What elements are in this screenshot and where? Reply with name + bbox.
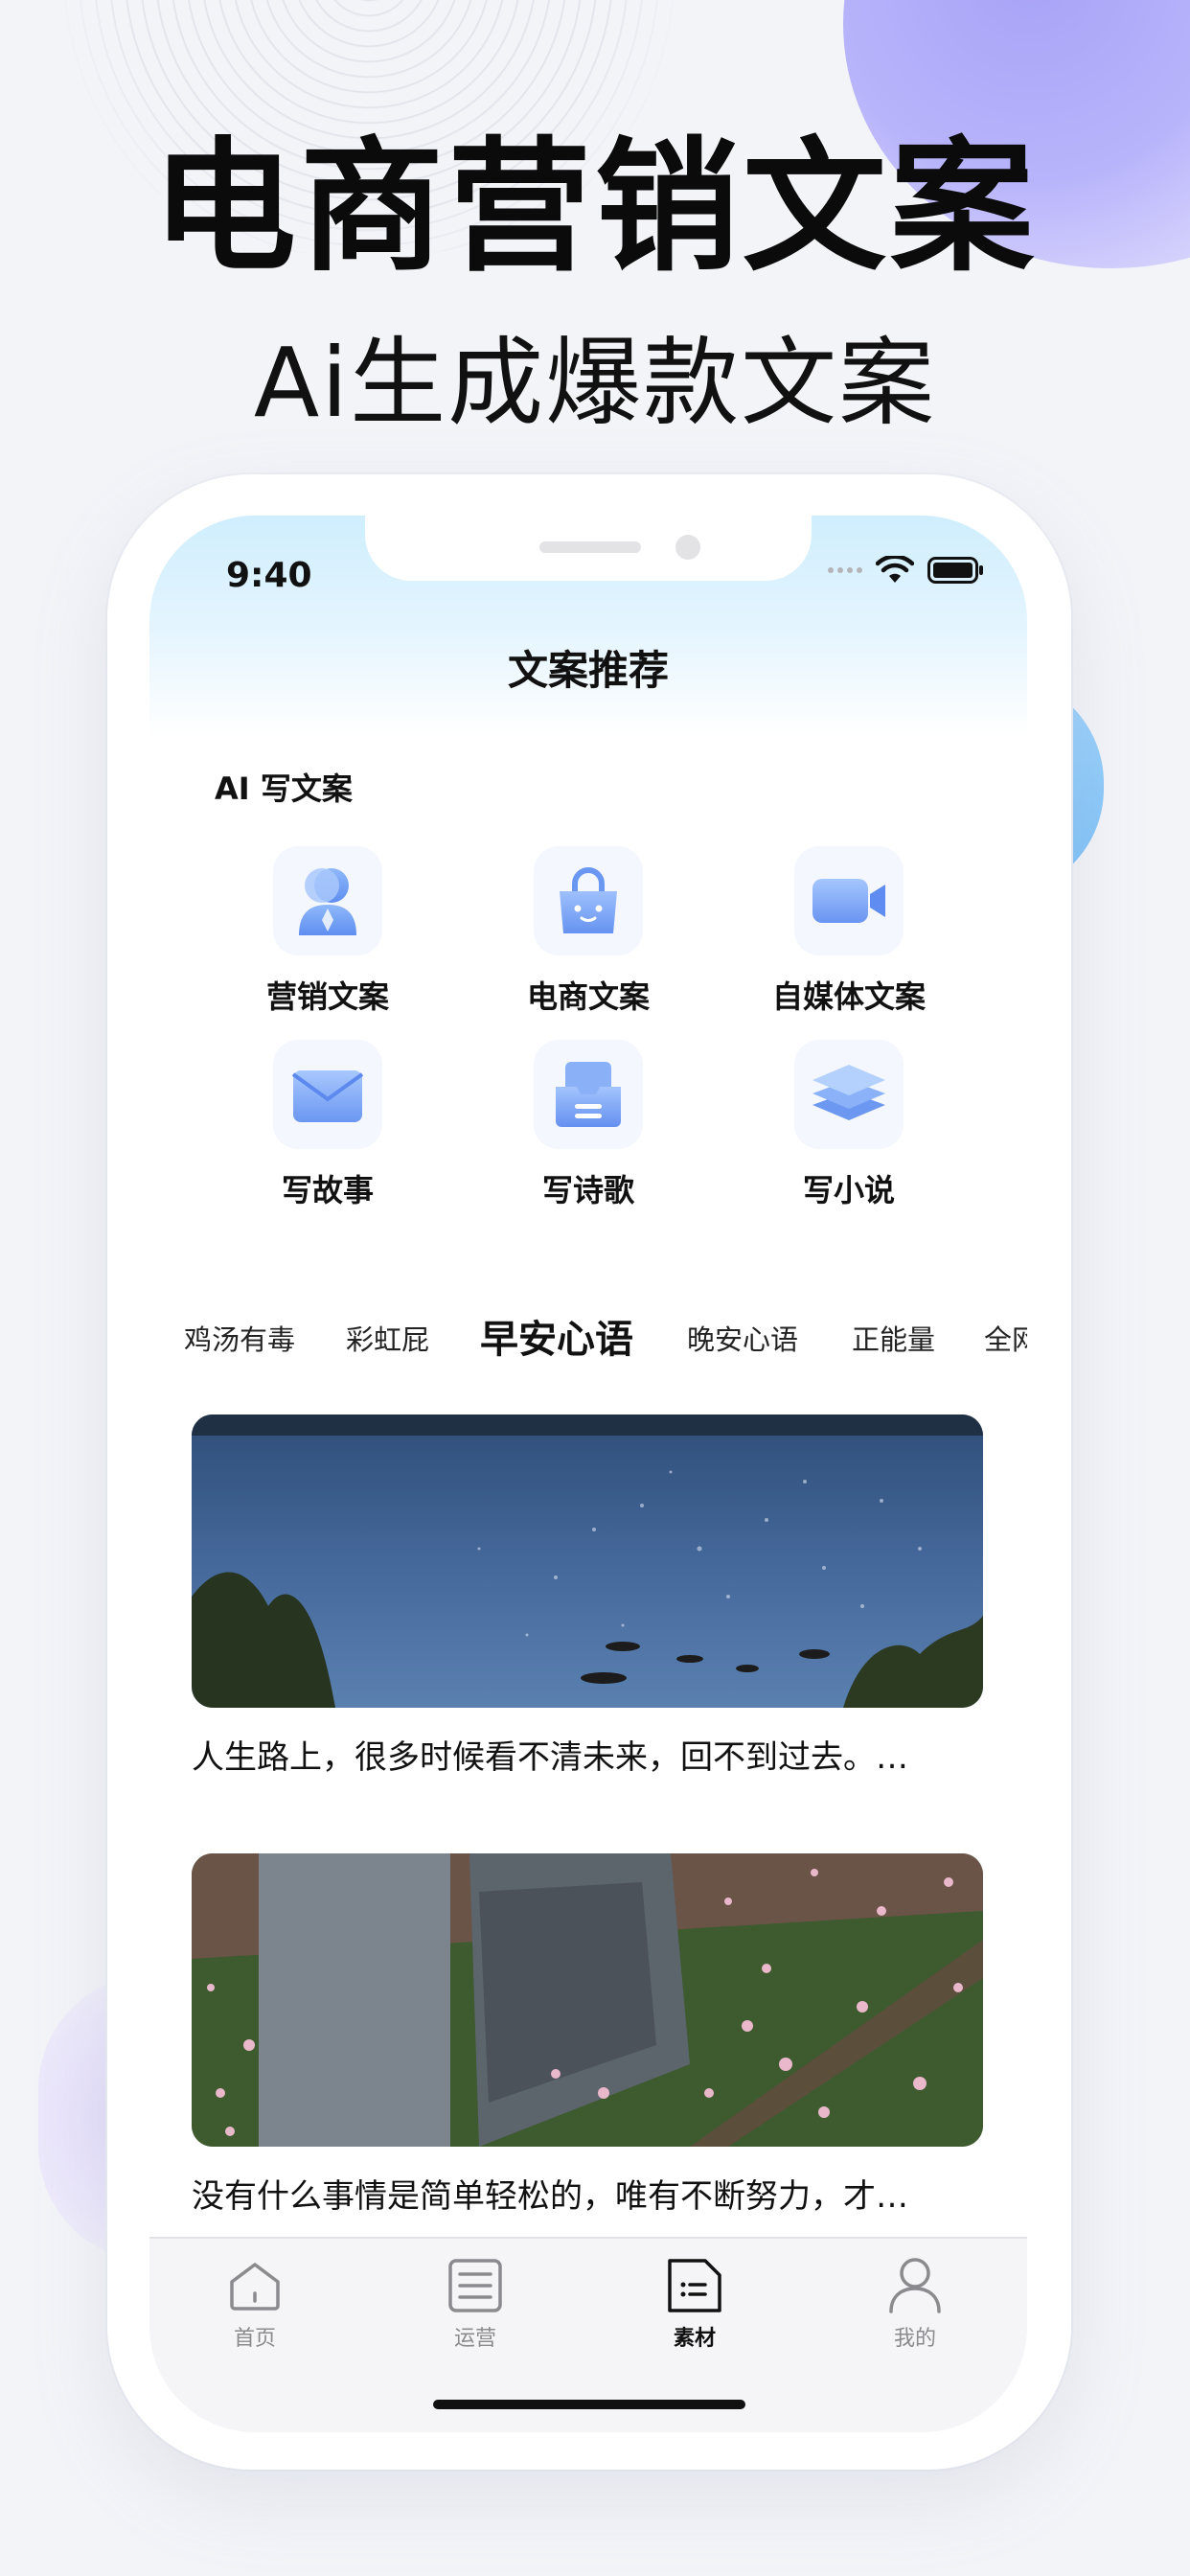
tab-label: 素材 — [673, 2327, 716, 2351]
card-text: 人生路上，很多时候看不清未来，回不到过去。… — [192, 1738, 908, 1777]
lake-photo — [192, 1414, 983, 1708]
home-indicator[interactable] — [433, 2400, 745, 2409]
tool-ecommerce-copy[interactable]: 电商文案 — [473, 846, 703, 1017]
promo-subheadline: Ai生成爆款文案 — [253, 327, 937, 439]
tool-write-story[interactable]: 写故事 — [213, 1040, 443, 1210]
tool-icon-tile — [534, 1040, 643, 1149]
status-time: 9:40 — [226, 556, 312, 595]
tab-home[interactable]: 首页 — [197, 2256, 312, 2352]
material-file-icon — [668, 2259, 721, 2312]
category-tab-chicken-soup[interactable]: 鸡汤有毒 — [184, 1311, 295, 1368]
tool-self-media-copy[interactable]: 自媒体文案 — [734, 846, 964, 1017]
profile-icon — [889, 2258, 941, 2313]
phone-notch — [365, 516, 812, 581]
ai-section-title: AI 写文案 — [215, 770, 353, 807]
trash-bin-petals-photo — [192, 1853, 983, 2147]
category-tab-all-web[interactable]: 全网 — [984, 1311, 1027, 1368]
tab-label: 首页 — [233, 2327, 276, 2351]
battery-icon — [927, 557, 983, 584]
tab-materials[interactable]: 素材 — [637, 2256, 752, 2352]
feed-card[interactable]: 人生路上，很多时候看不清未来，回不到过去。… — [192, 1414, 983, 1778]
tab-profile[interactable]: 我的 — [858, 2256, 973, 2352]
signal-dots-icon — [828, 567, 862, 573]
tab-label: 我的 — [893, 2327, 936, 2351]
wifi-icon — [876, 556, 914, 583]
tool-label: 营销文案 — [265, 978, 389, 1015]
front-camera — [675, 535, 700, 560]
tool-icon-tile — [273, 1040, 382, 1149]
promo-stage: 电商营销文案 Ai生成爆款文案 9:40 文案推荐 AI 写文案 营销文案 电商… — [0, 0, 1190, 2576]
person-icon — [299, 868, 356, 935]
category-tab-compliments[interactable]: 彩虹屁 — [346, 1311, 429, 1368]
tool-label: 写故事 — [281, 1172, 374, 1208]
tool-icon-tile — [794, 846, 904, 955]
tab-operations[interactable]: 运营 — [418, 2256, 533, 2352]
envelope-icon — [291, 1070, 364, 1122]
category-tabs: 鸡汤有毒 彩虹屁 早安心语 晚安心语 正能量 全网 — [149, 1311, 1027, 1368]
feed-card[interactable]: 没有什么事情是简单轻松的，唯有不断努力，才… — [192, 1853, 983, 2217]
tool-label: 写小说 — [802, 1172, 895, 1208]
inbox-icon — [556, 1062, 621, 1127]
video-camera-icon — [812, 879, 885, 923]
promo-headline: 电商营销文案 — [151, 125, 1038, 291]
tool-icon-tile — [273, 846, 382, 955]
tab-label: 运营 — [453, 2327, 496, 2351]
status-icons — [828, 556, 985, 585]
tool-label: 写诗歌 — [541, 1172, 634, 1208]
shopping-bag-icon — [560, 867, 617, 933]
category-tab-good-night[interactable]: 晚安心语 — [687, 1311, 798, 1368]
layers-icon — [812, 1065, 885, 1120]
tool-icon-tile — [534, 846, 643, 955]
tool-write-novel[interactable]: 写小说 — [734, 1040, 964, 1210]
tool-label: 电商文案 — [526, 978, 650, 1015]
document-list-icon — [448, 2259, 502, 2312]
tool-write-poem[interactable]: 写诗歌 — [473, 1040, 703, 1210]
category-tab-positive-energy[interactable]: 正能量 — [852, 1311, 935, 1368]
tool-marketing-copy[interactable]: 营销文案 — [213, 846, 443, 1017]
phone-screen: 9:40 文案推荐 AI 写文案 营销文案 电商文案 自媒体文案 写故事 写诗歌… — [149, 516, 1027, 2432]
home-icon — [230, 2263, 280, 2311]
card-text: 没有什么事情是简单轻松的，唯有不断努力，才… — [192, 2177, 908, 2216]
tool-icon-tile — [794, 1040, 904, 1149]
page-title: 文案推荐 — [507, 647, 669, 694]
speaker-grille — [539, 541, 641, 553]
category-tab-good-morning[interactable]: 早安心语 — [480, 1311, 633, 1368]
tool-label: 自媒体文案 — [771, 978, 926, 1015]
